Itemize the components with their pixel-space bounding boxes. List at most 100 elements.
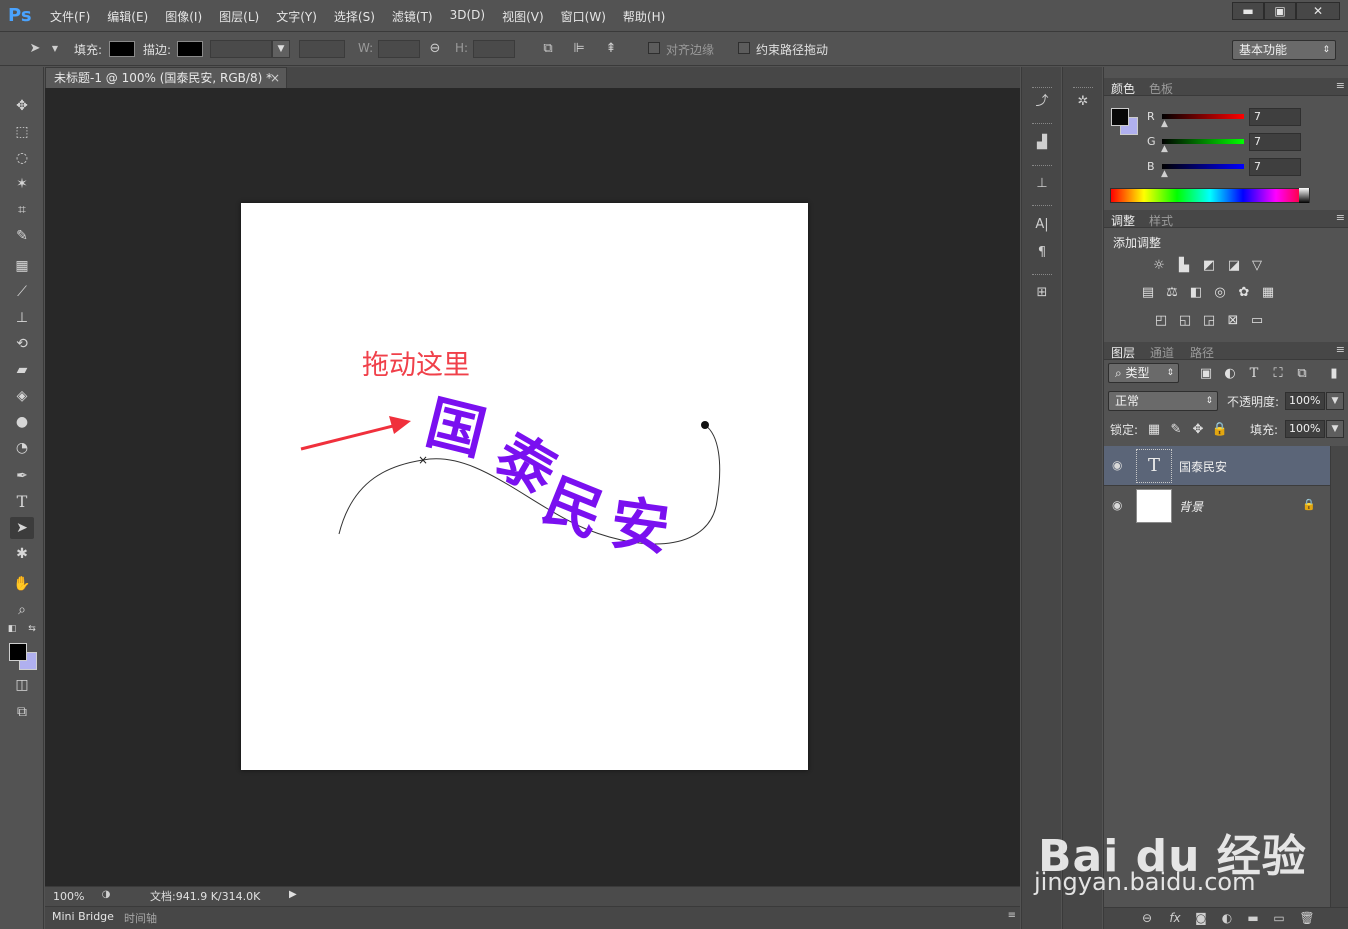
dodge-tool-icon[interactable]: ◔ — [10, 437, 34, 459]
blue-channel-slider[interactable] — [1162, 164, 1244, 169]
clone-stamp-tool-icon[interactable]: ⊥ — [10, 307, 34, 329]
eraser-tool-icon[interactable]: ▰ — [10, 359, 34, 381]
tab-mini-bridge[interactable]: Mini Bridge — [52, 910, 114, 923]
export-icon[interactable]: ◑ — [98, 889, 114, 904]
panel-grip[interactable] — [1032, 123, 1052, 125]
color-balance-icon[interactable]: ⚖ — [1162, 285, 1182, 301]
lock-transparent-icon[interactable]: ▦ — [1144, 422, 1164, 438]
panel-grip[interactable] — [1073, 87, 1093, 89]
crop-tool-icon[interactable]: ⌗ — [10, 199, 34, 221]
green-channel-slider[interactable] — [1162, 139, 1244, 144]
link-layers-icon[interactable]: ⊖ — [1138, 911, 1156, 925]
menu-window[interactable]: 窗口(W) — [561, 8, 606, 25]
tab-channels[interactable]: 通道 — [1150, 344, 1174, 361]
tab-layers[interactable]: 图层 — [1111, 344, 1135, 361]
lock-icon[interactable]: 🔒 — [1302, 498, 1316, 511]
opacity-field[interactable]: 100% — [1285, 392, 1325, 410]
tool-preset-dropdown-icon[interactable]: ▼ — [46, 41, 64, 57]
new-adjustment-icon[interactable]: ◐ — [1218, 911, 1236, 925]
hand-tool-icon[interactable]: ✋ — [10, 573, 34, 595]
magic-wand-tool-icon[interactable]: ✶ — [10, 173, 34, 195]
height-field[interactable] — [473, 40, 515, 58]
color-panel-foreground[interactable] — [1111, 108, 1129, 126]
menu-help[interactable]: 帮助(H) — [623, 8, 665, 25]
menu-image[interactable]: 图像(I) — [165, 8, 202, 25]
panel-grip[interactable] — [1032, 274, 1052, 276]
zoom-tool-icon[interactable]: ⌕ — [10, 599, 34, 621]
hue-saturation-icon[interactable]: ▤ — [1138, 285, 1158, 301]
history-panel-icon[interactable]: ⤴ — [1030, 91, 1054, 113]
panel-grip[interactable] — [1032, 205, 1052, 207]
menu-filter[interactable]: 滤镜(T) — [392, 8, 433, 25]
stroke-swatch[interactable] — [177, 41, 203, 57]
layer-row-background[interactable]: ◉ 背景 🔒 — [1104, 486, 1330, 526]
add-mask-icon[interactable]: ◙ — [1192, 911, 1210, 925]
clone-source-panel-icon[interactable]: ⊥ — [1030, 173, 1054, 195]
fill-field[interactable]: 100% — [1285, 420, 1325, 438]
align-edges-checkbox[interactable] — [648, 42, 660, 54]
layer-row-text[interactable]: ◉ T 国泰民安 — [1104, 446, 1330, 486]
history-brush-tool-icon[interactable]: ⟲ — [10, 333, 34, 355]
tab-adjustments[interactable]: 调整 — [1111, 212, 1135, 229]
selective-color-icon[interactable]: ▭ — [1247, 313, 1267, 329]
screen-mode-icon[interactable]: ⧉ — [10, 701, 34, 723]
menu-layer[interactable]: 图层(L) — [219, 8, 259, 25]
vibrance-icon[interactable]: ▽ — [1247, 258, 1267, 274]
marquee-tool-icon[interactable]: ⬚ — [10, 121, 34, 143]
character-panel-icon[interactable]: A| — [1030, 214, 1054, 236]
menu-3d[interactable]: 3D(D) — [450, 8, 485, 25]
path-arrangement-icon[interactable]: ⇞ — [602, 41, 620, 57]
minimize-button[interactable]: ▬ — [1232, 2, 1264, 20]
posterize-icon[interactable]: ◱ — [1175, 313, 1195, 329]
filter-shape-icon[interactable]: ⛶ — [1268, 366, 1288, 382]
swap-colors-icon[interactable]: ⇆ — [26, 623, 38, 635]
move-tool-icon[interactable]: ✥ — [10, 95, 34, 117]
new-layer-icon[interactable]: ▭ — [1270, 911, 1288, 925]
close-button[interactable]: ✕ — [1296, 2, 1340, 20]
filter-adjustment-icon[interactable]: ◐ — [1220, 366, 1240, 382]
healing-brush-tool-icon[interactable]: ▦ — [10, 255, 34, 277]
constrain-path-checkbox[interactable] — [738, 42, 750, 54]
threshold-icon[interactable]: ◲ — [1199, 313, 1219, 329]
brush-tool-icon[interactable]: ⟋ — [10, 281, 34, 303]
photo-filter-icon[interactable]: ◎ — [1210, 285, 1230, 301]
tab-color[interactable]: 颜色 — [1111, 80, 1135, 97]
red-channel-slider[interactable] — [1162, 114, 1244, 119]
slider-thumb-icon[interactable]: ▲ — [1161, 144, 1168, 154]
maximize-button[interactable]: ▣ — [1264, 2, 1296, 20]
path-selection-tool-icon[interactable]: ➤ — [10, 517, 34, 539]
new-group-icon[interactable]: ▬ — [1244, 911, 1262, 925]
color-spectrum[interactable] — [1110, 188, 1310, 203]
filter-pixel-icon[interactable]: ▣ — [1196, 366, 1216, 382]
green-channel-value[interactable]: 7 — [1249, 133, 1301, 151]
color-spectrum-bw[interactable] — [1299, 188, 1309, 203]
layer-name[interactable]: 国泰民安 — [1179, 458, 1227, 475]
tab-styles[interactable]: 样式 — [1149, 212, 1173, 229]
lock-all-icon[interactable]: 🔒 — [1210, 422, 1230, 438]
fill-dropdown[interactable]: ▼ — [1326, 420, 1344, 438]
document-canvas[interactable]: 拖动这里 × 国 泰 民 安 — [241, 203, 808, 770]
paint-bucket-tool-icon[interactable]: ◈ — [10, 385, 34, 407]
stroke-type-dropdown[interactable] — [299, 40, 345, 58]
navigator-panel-icon[interactable]: ✲ — [1071, 91, 1095, 113]
invert-icon[interactable]: ◰ — [1151, 313, 1171, 329]
width-field[interactable] — [378, 40, 420, 58]
path-alignment-icon[interactable]: ⊫ — [570, 41, 588, 57]
layer-name[interactable]: 背景 — [1179, 498, 1203, 515]
document-tab[interactable]: 未标题-1 @ 100% (国泰民安, RGB/8) * × — [45, 67, 287, 88]
eye-icon[interactable]: ◉ — [1112, 458, 1122, 472]
filter-type-icon[interactable]: T — [1244, 366, 1264, 382]
default-colors-icon[interactable]: ◧ — [6, 623, 18, 635]
histogram-panel-icon[interactable]: ▟ — [1030, 132, 1054, 154]
tool-presets-panel-icon[interactable]: ⊞ — [1030, 282, 1054, 304]
zoom-field[interactable]: 100% — [48, 889, 96, 904]
pen-tool-icon[interactable]: ✒ — [10, 465, 34, 487]
delete-layer-icon[interactable]: 🗑 — [1298, 911, 1316, 925]
blur-tool-icon[interactable]: ● — [10, 411, 34, 433]
quick-mask-icon[interactable]: ◫ — [10, 674, 34, 696]
tab-swatches[interactable]: 色板 — [1149, 80, 1173, 97]
black-white-icon[interactable]: ◧ — [1186, 285, 1206, 301]
custom-shape-tool-icon[interactable]: ✱ — [10, 543, 34, 565]
levels-icon[interactable]: ▙ — [1174, 258, 1194, 274]
path-select-tool-icon[interactable]: ➤ — [26, 41, 44, 57]
